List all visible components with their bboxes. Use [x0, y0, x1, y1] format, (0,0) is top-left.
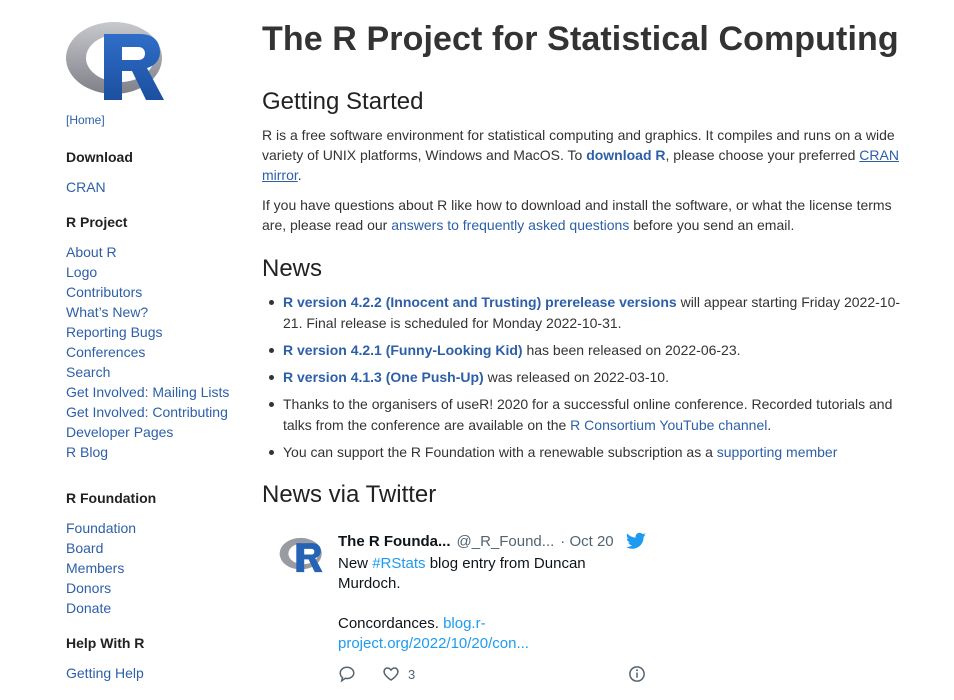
news-item: R version 4.2.1 (Funny-Looking Kid) has … — [262, 340, 907, 361]
getting-started-paragraph-2: If you have questions about R like how t… — [262, 195, 907, 235]
tweet-header: The R Founda... @_R_Found... · Oct 20 — [338, 533, 614, 550]
supporting-member-link[interactable]: supporting member — [717, 444, 838, 460]
reply-button[interactable] — [338, 665, 356, 683]
news-item: R version 4.1.3 (One Push-Up) was releas… — [262, 367, 907, 388]
home-link[interactable]: [Home] — [66, 113, 105, 127]
nav-section-help: Help With R Getting Help — [66, 635, 144, 683]
tweet-author-name[interactable]: The R Founda... — [338, 533, 451, 550]
nav-title-r-foundation: R Foundation — [66, 490, 157, 506]
news-heading: News — [262, 255, 323, 282]
r-foundation-avatar[interactable] — [278, 537, 326, 573]
nav-item-mailing-lists[interactable]: Get Involved: Mailing Lists — [66, 382, 229, 402]
tweet-date[interactable]: · Oct 20 — [560, 533, 613, 550]
nav-section-r-foundation: R Foundation Foundation Board Members Do… — [66, 490, 156, 618]
nav-item-whats-new[interactable]: What’s New? — [66, 302, 229, 322]
nav-item-donate[interactable]: Donate — [66, 598, 156, 618]
tweet-card[interactable]: The R Founda... @_R_Found... · Oct 20 New … — [278, 527, 658, 700]
tweet-text: New — [338, 555, 373, 572]
news-link-r-4-2-1[interactable]: R version 4.2.1 (Funny-Looking Kid) — [283, 342, 523, 358]
news-item: R version 4.2.2 (Innocent and Trusting) … — [262, 292, 907, 334]
news-text: has been released on 2022-06-23. — [522, 342, 741, 358]
info-icon — [629, 666, 645, 682]
news-text: was released on 2022-03-10. — [483, 369, 669, 385]
nav-item-foundation[interactable]: Foundation — [66, 518, 156, 538]
nav-section-download: Download CRAN — [66, 149, 133, 197]
reply-icon — [339, 666, 355, 683]
like-count: 3 — [408, 666, 416, 682]
news-text: You can support the R Foundation with a … — [283, 444, 717, 460]
tweet-actions: 3 — [338, 665, 648, 687]
nav-item-board[interactable]: Board — [66, 538, 156, 558]
tweet-author-handle[interactable]: @_R_Found... — [457, 533, 555, 550]
like-button[interactable]: 3 — [382, 665, 415, 683]
nav-item-donors[interactable]: Donors — [66, 578, 156, 598]
news-item: Thanks to the organisers of useR! 2020 f… — [262, 394, 907, 436]
nav-title-help: Help With R — [66, 635, 145, 651]
nav-item-contributors[interactable]: Contributors — [66, 282, 229, 302]
getting-started-heading: Getting Started — [262, 88, 424, 115]
nav-title-download: Download — [66, 149, 133, 165]
nav-item-cran[interactable]: CRAN — [66, 177, 133, 197]
tweet-body: New #RStats blog entry from Duncan Murdo… — [338, 554, 598, 654]
nav-item-reporting-bugs[interactable]: Reporting Bugs — [66, 322, 229, 342]
news-link-r-4-1-3[interactable]: R version 4.1.3 (One Push-Up) — [283, 369, 484, 385]
p2-text-b: before you send an email. — [629, 217, 795, 233]
news-item: You can support the R Foundation with a … — [262, 442, 907, 463]
nav-item-members[interactable]: Members — [66, 558, 156, 578]
info-button[interactable] — [628, 665, 646, 683]
nav-item-logo[interactable]: Logo — [66, 262, 229, 282]
nav-title-r-project: R Project — [66, 214, 128, 230]
p1-text-b: , please choose your preferred — [665, 147, 860, 163]
twitter-heading: News via Twitter — [262, 481, 437, 508]
nav-item-about-r[interactable]: About R — [66, 242, 229, 262]
getting-started-paragraph-1: R is a free software environment for sta… — [262, 125, 907, 185]
nav-section-r-project: R Project About R Logo Contributors What… — [66, 214, 229, 462]
nav-item-getting-help[interactable]: Getting Help — [66, 663, 144, 683]
p1-text-c: . — [297, 167, 302, 183]
rstats-hashtag-link[interactable]: #RStats — [372, 555, 425, 572]
r-logo[interactable] — [66, 20, 168, 102]
tweet-text: Concordances. — [338, 615, 444, 632]
news-text: . — [767, 417, 772, 433]
page-title: The R Project for Statistical Computing — [262, 20, 899, 58]
nav-item-r-blog[interactable]: R Blog — [66, 442, 229, 462]
nav-item-contributing[interactable]: Get Involved: Contributing — [66, 402, 229, 422]
nav-item-conferences[interactable]: Conferences — [66, 342, 229, 362]
download-r-link[interactable]: download R — [586, 147, 665, 163]
twitter-bird-icon[interactable] — [626, 532, 646, 550]
nav-item-search[interactable]: Search — [66, 362, 229, 382]
news-link-r-4-2-2[interactable]: R version 4.2.2 (Innocent and Trusting) … — [283, 294, 677, 310]
nav-item-developer-pages[interactable]: Developer Pages — [66, 422, 229, 442]
faq-link[interactable]: answers to frequently asked questions — [391, 217, 629, 233]
news-list: R version 4.2.2 (Innocent and Trusting) … — [262, 292, 907, 469]
heart-icon — [383, 667, 399, 681]
r-consortium-youtube-link[interactable]: R Consortium YouTube channel — [570, 417, 767, 433]
